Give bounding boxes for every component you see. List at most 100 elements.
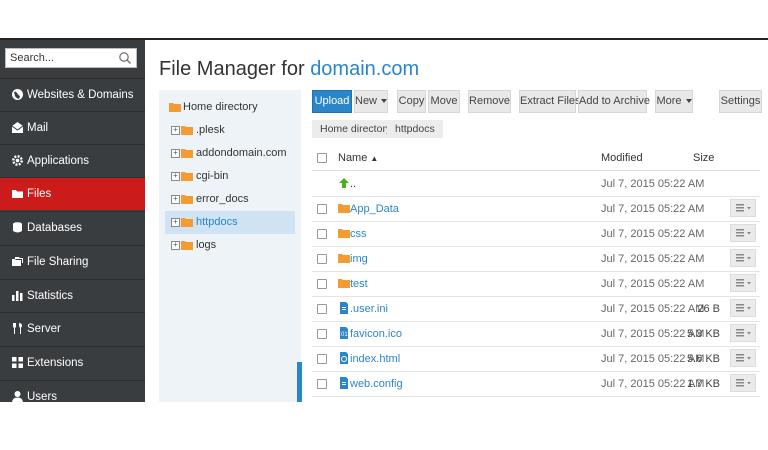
nav-label: Files	[27, 188, 52, 200]
nav-item-mail[interactable]: Mail	[0, 111, 145, 144]
file-name[interactable]: favicon.ico	[350, 328, 402, 340]
row-checkbox[interactable]	[317, 279, 327, 289]
nav-item-applications[interactable]: Applications	[0, 144, 145, 177]
user-icon	[12, 391, 23, 402]
tree-item-plesk[interactable]: + .plesk	[159, 119, 301, 142]
row-checkbox[interactable]	[317, 379, 327, 389]
tree-item-logs[interactable]: + logs	[159, 234, 301, 257]
select-all-checkbox[interactable]	[317, 153, 327, 163]
tree-item-error-docs[interactable]: + error_docs	[159, 188, 301, 211]
table-row[interactable]: 01 favicon.ico Jul 7, 2015 05:22 AM 5.3 …	[312, 321, 760, 347]
move-label: Move	[430, 95, 458, 107]
column-header-size[interactable]: Size	[693, 152, 714, 164]
file-size: 26 B	[697, 303, 720, 315]
nav-label: Users	[27, 391, 58, 402]
expand-icon[interactable]: +	[171, 218, 180, 227]
more-dropdown-button[interactable]: More	[655, 90, 693, 113]
table-row[interactable]: img Jul 7, 2015 05:22 AM	[312, 246, 760, 272]
row-menu-button[interactable]	[730, 324, 756, 342]
add-to-archive-button[interactable]: Add to Archive	[578, 90, 650, 113]
plesk-window: Websites & Domains Mail Applications Fil…	[0, 40, 768, 402]
database-icon	[13, 222, 22, 233]
upload-button[interactable]: Upload	[312, 90, 352, 113]
file-name[interactable]: index.html	[350, 353, 400, 365]
table-row[interactable]: web.config Jul 7, 2015 05:22 AM 1.7 KB	[312, 371, 760, 397]
search-icon[interactable]	[118, 51, 132, 65]
row-menu-button[interactable]	[730, 274, 756, 292]
nav-item-users[interactable]: Users	[0, 380, 145, 402]
folder-icon	[181, 241, 193, 250]
file-name[interactable]: css	[350, 228, 367, 240]
search-input[interactable]	[10, 50, 114, 66]
row-menu-button[interactable]	[730, 199, 756, 217]
file-name[interactable]: App_Data	[350, 203, 399, 215]
tree-item-cgi-bin[interactable]: + cgi-bin	[159, 165, 301, 188]
caret-down-icon	[685, 99, 692, 104]
row-checkbox[interactable]	[317, 229, 327, 239]
name-header-label: Name	[338, 152, 368, 164]
extract-files-button[interactable]: Extract Files	[519, 90, 581, 113]
nav-item-websites-domains[interactable]: Websites & Domains	[0, 78, 145, 111]
settings-button[interactable]: Settings	[719, 90, 762, 113]
nav-item-extensions[interactable]: Extensions	[0, 346, 145, 379]
row-menu-button[interactable]	[730, 299, 756, 317]
file-name[interactable]: .user.ini	[350, 303, 388, 315]
file-name[interactable]: web.config	[350, 378, 403, 390]
nav-item-databases[interactable]: Databases	[0, 211, 145, 244]
nav-item-file-sharing[interactable]: File Sharing	[0, 245, 145, 278]
row-menu-button[interactable]	[730, 249, 756, 267]
tree-item-home[interactable]: Home directory	[159, 96, 301, 119]
file-name[interactable]: test	[350, 278, 368, 290]
remove-button[interactable]: Remove	[468, 90, 511, 113]
new-label: New	[355, 95, 378, 107]
tree-item-httpdocs[interactable]: + httpdocs	[165, 211, 295, 234]
column-header-modified[interactable]: Modified	[601, 152, 643, 164]
tree-item-addondomain[interactable]: + addondomain.com	[159, 142, 301, 165]
copy-button[interactable]: Copy	[397, 90, 426, 113]
file-name[interactable]: ..	[350, 178, 356, 190]
row-menu-button[interactable]	[730, 224, 756, 242]
row-checkbox[interactable]	[317, 354, 327, 364]
page-title-domain[interactable]: domain.com	[310, 58, 419, 80]
table-row[interactable]: test Jul 7, 2015 05:22 AM	[312, 271, 760, 297]
expand-icon[interactable]: +	[171, 149, 180, 158]
nav-item-statistics[interactable]: Statistics	[0, 279, 145, 312]
table-row[interactable]: App_Data Jul 7, 2015 05:22 AM	[312, 196, 760, 222]
nav-label: Mail	[27, 122, 49, 134]
folder-icon	[181, 172, 193, 181]
file-size: 1.7 KB	[686, 378, 720, 390]
row-menu-button[interactable]	[730, 349, 756, 367]
row-checkbox[interactable]	[317, 204, 327, 214]
binary-file-icon: 01	[340, 327, 348, 339]
search-box[interactable]	[5, 48, 137, 68]
nav-label: Websites & Domains	[27, 89, 134, 101]
row-checkbox[interactable]	[317, 254, 327, 264]
row-checkbox[interactable]	[317, 329, 327, 339]
table-row[interactable]: index.html Jul 7, 2015 05:22 AM 5.6 KB	[312, 346, 760, 372]
row-checkbox[interactable]	[317, 304, 327, 314]
folder-icon	[181, 126, 193, 135]
menu-icon	[736, 229, 751, 237]
expand-icon[interactable]: +	[171, 195, 180, 204]
page-title: File Manager for domain.com	[159, 58, 419, 81]
column-header-name[interactable]: Name ▲	[338, 152, 378, 164]
menu-icon	[736, 204, 751, 212]
expand-icon[interactable]: +	[171, 241, 180, 250]
table-row[interactable]: css Jul 7, 2015 05:22 AM	[312, 221, 760, 247]
table-row[interactable]: .. Jul 7, 2015 05:22 AM	[312, 171, 760, 197]
nav-item-files[interactable]: Files	[0, 177, 145, 210]
row-menu-button[interactable]	[730, 374, 756, 392]
expand-icon[interactable]: +	[171, 126, 180, 135]
bar-chart-icon	[12, 291, 23, 301]
folder-icon	[12, 190, 23, 198]
new-dropdown-button[interactable]: New	[354, 90, 388, 113]
nav-item-server[interactable]: Server	[0, 312, 145, 345]
table-row[interactable]: .user.ini Jul 7, 2015 05:22 AM 26 B	[312, 296, 760, 322]
file-name[interactable]: img	[350, 253, 368, 265]
move-button[interactable]: Move	[428, 90, 460, 113]
folder-icon	[181, 195, 193, 204]
breadcrumb-item-httpdocs[interactable]: httpdocs	[387, 120, 443, 138]
up-arrow-icon	[339, 178, 349, 188]
expand-icon[interactable]: +	[171, 172, 180, 181]
tree-resize-handle[interactable]	[297, 362, 302, 402]
